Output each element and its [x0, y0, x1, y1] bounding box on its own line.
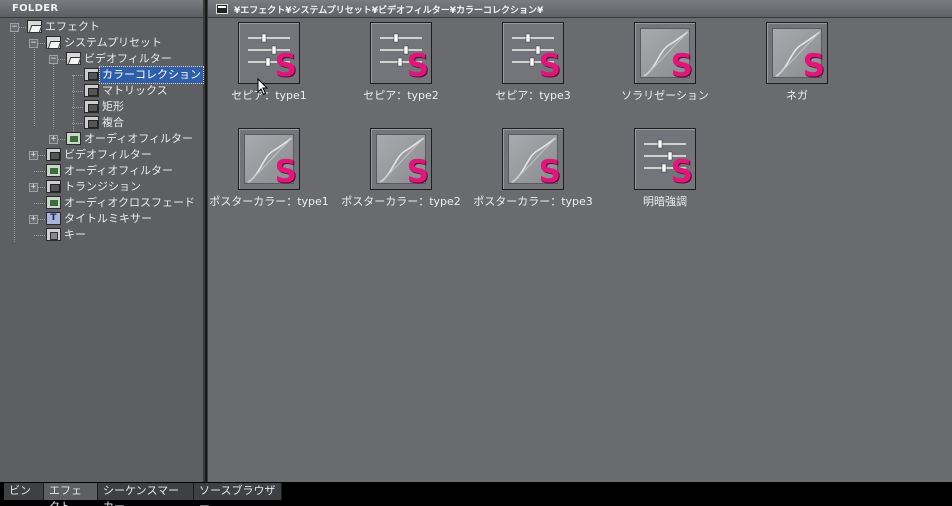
- tree-item-label: 複合: [102, 116, 124, 129]
- current-path: ¥エフェクト¥システムプリセット¥ビデオフィルター¥カラーコレクション¥: [234, 6, 544, 16]
- effect-item[interactable]: S ポスターカラー：type1: [204, 128, 334, 209]
- minimize-icon[interactable]: [216, 4, 228, 14]
- film-icon: [46, 180, 61, 193]
- path-bar: ¥エフェクト¥システムプリセット¥ビデオフィルター¥カラーコレクション¥: [208, 0, 952, 18]
- effect-item[interactable]: S ネガ: [732, 22, 862, 103]
- effect-item[interactable]: S ポスターカラー：type3: [468, 128, 598, 209]
- tree-item[interactable]: − ビデオフィルター: [0, 51, 203, 67]
- effect-item[interactable]: S 明暗強調: [600, 128, 730, 209]
- s-badge-icon: S: [670, 48, 693, 84]
- tree-item[interactable]: オーディオクロスフェード: [0, 195, 203, 211]
- tab-1[interactable]: エフェクト: [44, 483, 98, 506]
- audio-icon: [46, 196, 61, 209]
- effect-item[interactable]: S セピア：type2: [336, 22, 466, 103]
- s-badge-icon: S: [802, 48, 825, 84]
- expand-icon[interactable]: +: [29, 151, 38, 160]
- folder-open-icon: [66, 52, 81, 65]
- effect-item-label: 明暗強調: [643, 195, 687, 208]
- effect-item[interactable]: S ポスターカラー：type2: [336, 128, 466, 209]
- tree-item[interactable]: 複合: [0, 115, 203, 131]
- folder-open-icon: [46, 36, 61, 49]
- effect-item[interactable]: S ソラリゼーション: [600, 22, 730, 103]
- tree-item[interactable]: マトリックス: [0, 83, 203, 99]
- tree-item-label: オーディオフィルター: [84, 132, 194, 145]
- tree-item-label: オーディオクロスフェード: [64, 196, 196, 209]
- effect-thumbnail[interactable]: S: [502, 22, 564, 84]
- effect-item-label: ポスターカラー：type2: [341, 195, 461, 208]
- tree-item[interactable]: + トランジション: [0, 179, 203, 195]
- expand-icon[interactable]: +: [49, 135, 58, 144]
- film-icon: [84, 84, 99, 97]
- effect-thumbnail[interactable]: S: [634, 22, 696, 84]
- tree-item[interactable]: キー: [0, 227, 203, 243]
- tree-item-label: キー: [64, 228, 86, 241]
- effect-thumbnail[interactable]: S: [370, 128, 432, 190]
- expand-icon[interactable]: +: [29, 183, 38, 192]
- collapse-icon[interactable]: −: [10, 23, 19, 32]
- tree-item-label: 矩形: [102, 100, 124, 113]
- tab-3[interactable]: ソースブラウザー: [194, 483, 282, 506]
- effect-thumbnail[interactable]: S: [370, 22, 432, 84]
- tree-item[interactable]: オーディオフィルター: [0, 163, 203, 179]
- tree-item-label: システムプリセット: [64, 36, 163, 49]
- folder-panel: FOLDER − エフェクト − システムプリセット − ビデオフィルター カラーコレクショ…: [0, 0, 205, 482]
- effect-item[interactable]: S セピア：type3: [468, 22, 598, 103]
- tab-0[interactable]: ビン: [4, 483, 44, 500]
- audio-icon: [66, 132, 81, 145]
- film-icon: [84, 100, 99, 113]
- s-badge-icon: S: [406, 154, 429, 190]
- mouse-cursor-icon: [257, 78, 269, 96]
- folder-open-icon: [27, 20, 42, 33]
- s-badge-icon: S: [538, 154, 561, 190]
- tree-item[interactable]: 矩形: [0, 99, 203, 115]
- expand-icon[interactable]: +: [29, 215, 38, 224]
- s-badge-icon: S: [274, 154, 297, 190]
- effect-thumbnail[interactable]: S: [238, 128, 300, 190]
- audio-icon: [46, 164, 61, 177]
- collapse-icon[interactable]: −: [49, 55, 58, 64]
- s-badge-icon: S: [670, 154, 693, 190]
- film-icon: [84, 68, 99, 81]
- tree-item[interactable]: + T タイトルミキサー: [0, 211, 203, 227]
- content-panel: ¥エフェクト¥システムプリセット¥ビデオフィルター¥カラーコレクション¥ S セピ…: [207, 0, 952, 482]
- tree-item[interactable]: − システムプリセット: [0, 35, 203, 51]
- s-badge-icon: S: [406, 48, 429, 84]
- s-badge-icon: S: [274, 48, 297, 84]
- effect-thumbnail[interactable]: S: [238, 22, 300, 84]
- effect-item-label: ソラリゼーション: [621, 89, 709, 102]
- effect-item-label: ポスターカラー：type1: [209, 195, 329, 208]
- tree-item[interactable]: + ビデオフィルター: [0, 147, 203, 163]
- tab-2[interactable]: シーケンスマーカー: [98, 483, 194, 506]
- tree-item-label: オーディオフィルター: [64, 164, 174, 177]
- effect-item-label: セピア：type2: [363, 89, 439, 102]
- title-icon: T: [46, 212, 61, 225]
- effect-item-label: セピア：type1: [231, 89, 307, 102]
- effect-item-label: ポスターカラー：type3: [473, 195, 593, 208]
- tree-item-label: エフェクト: [45, 20, 100, 33]
- folder-panel-header: FOLDER: [0, 0, 203, 18]
- tree-item-label: ビデオフィルター: [84, 52, 172, 65]
- effect-thumbnail[interactable]: S: [634, 128, 696, 190]
- effect-item-label: セピア：type3: [495, 89, 571, 102]
- effect-thumbnail[interactable]: S: [502, 128, 564, 190]
- bottom-tab-bar: ビンエフェクトシーケンスマーカーソースブラウザー: [0, 482, 952, 506]
- tree-item-label: トランジション: [64, 180, 141, 193]
- tree-item[interactable]: カラーコレクション: [0, 66, 204, 84]
- effect-item[interactable]: S セピア：type1: [204, 22, 334, 103]
- folder-tree: − エフェクト − システムプリセット − ビデオフィルター カラーコレクション マトリックス…: [0, 18, 204, 242]
- collapse-icon[interactable]: −: [29, 39, 38, 48]
- s-badge-icon: S: [538, 48, 561, 84]
- tree-item-label: タイトルミキサー: [64, 212, 152, 225]
- film-icon: [84, 116, 99, 129]
- effect-thumbnail[interactable]: S: [766, 22, 828, 84]
- effect-item-label: ネガ: [786, 89, 808, 102]
- key-icon: [46, 228, 61, 241]
- tree-item[interactable]: − エフェクト: [0, 19, 203, 35]
- tree-item[interactable]: + オーディオフィルター: [0, 131, 203, 147]
- tree-item-label: ビデオフィルター: [64, 148, 152, 161]
- tree-item-label: カラーコレクション: [99, 66, 204, 84]
- film-icon: [46, 148, 61, 161]
- tree-item-label: マトリックス: [102, 84, 168, 97]
